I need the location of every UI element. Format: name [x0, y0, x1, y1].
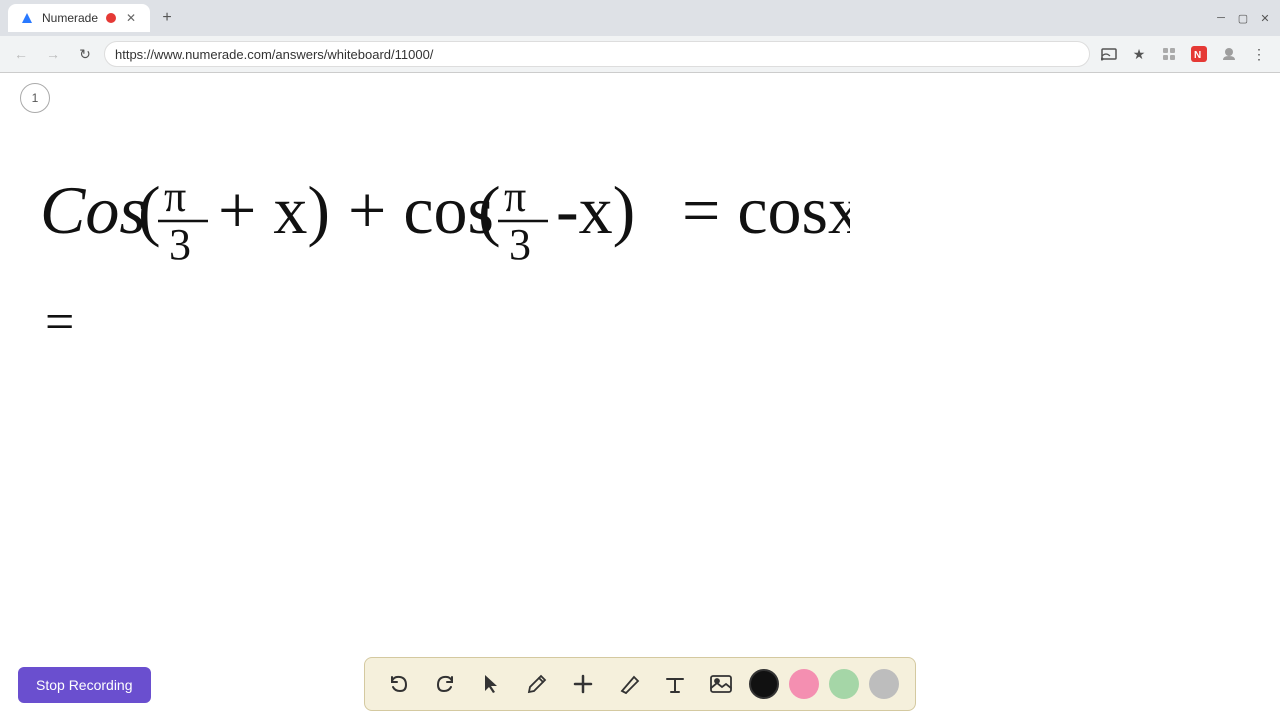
- color-gray[interactable]: [869, 669, 899, 699]
- stop-recording-button[interactable]: Stop Recording: [18, 667, 151, 703]
- numerade-icon[interactable]: N: [1186, 41, 1212, 67]
- forward-button[interactable]: →: [40, 41, 66, 67]
- address-bar[interactable]: https://www.numerade.com/answers/whitebo…: [104, 41, 1090, 67]
- bookmark-icon[interactable]: ★: [1126, 41, 1152, 67]
- svg-text:+ x): + x): [218, 172, 330, 248]
- tab-close-button[interactable]: ✕: [124, 11, 138, 25]
- color-pink[interactable]: [789, 669, 819, 699]
- title-bar: Numerade ✕ + ─ ▢ ✕: [0, 0, 1280, 36]
- svg-text:Cos: Cos: [40, 172, 146, 248]
- math-equation-svg: Cos ( π 3 + x) + cos ( π 3 -x) = cosx: [30, 123, 850, 363]
- tab-title: Numerade: [42, 11, 98, 25]
- minimize-button[interactable]: ─: [1214, 11, 1228, 25]
- undo-button[interactable]: [381, 666, 417, 702]
- image-button[interactable]: [703, 666, 739, 702]
- select-button[interactable]: [473, 666, 509, 702]
- refresh-button[interactable]: ↻: [72, 41, 98, 67]
- window-controls: ─ ▢ ✕: [1214, 11, 1272, 25]
- svg-text:= cosx: = cosx: [682, 172, 850, 248]
- svg-text:(: (: [478, 172, 501, 248]
- maximize-button[interactable]: ▢: [1236, 11, 1250, 25]
- svg-text:N: N: [1194, 50, 1201, 61]
- svg-text:π: π: [164, 172, 186, 221]
- svg-text:(: (: [138, 172, 161, 248]
- browser-chrome: Numerade ✕ + ─ ▢ ✕ ← → ↻ https://www.num…: [0, 0, 1280, 73]
- color-black[interactable]: [749, 669, 779, 699]
- browser-tab[interactable]: Numerade ✕: [8, 4, 150, 32]
- svg-text:+ cos: + cos: [348, 172, 494, 248]
- page-number: 1: [20, 83, 50, 113]
- svg-text:3: 3: [509, 220, 531, 269]
- tab-favicon: [20, 11, 34, 25]
- url-text: https://www.numerade.com/answers/whitebo…: [115, 47, 433, 62]
- add-button[interactable]: [565, 666, 601, 702]
- extension-icon[interactable]: [1156, 41, 1182, 67]
- new-tab-button[interactable]: +: [154, 5, 180, 31]
- whiteboard: 1 Cos ( π 3 + x) + cos ( π 3 -x) = cosx …: [0, 73, 1280, 721]
- tab-recording-dot: [106, 13, 116, 23]
- cast-icon[interactable]: [1096, 41, 1122, 67]
- close-button[interactable]: ✕: [1258, 11, 1272, 25]
- svg-text:3: 3: [169, 220, 191, 269]
- stop-recording-label: Stop Recording: [36, 677, 133, 693]
- color-green[interactable]: [829, 669, 859, 699]
- menu-icon[interactable]: ⋮: [1246, 41, 1272, 67]
- nav-actions: ★ N ⋮: [1096, 41, 1272, 67]
- math-line2: =: [45, 293, 74, 352]
- eraser-button[interactable]: [611, 666, 647, 702]
- nav-bar: ← → ↻ https://www.numerade.com/answers/w…: [0, 36, 1280, 72]
- redo-button[interactable]: [427, 666, 463, 702]
- toolbar: [364, 657, 916, 711]
- svg-text:π: π: [504, 172, 526, 221]
- back-button[interactable]: ←: [8, 41, 34, 67]
- text-button[interactable]: [657, 666, 693, 702]
- pen-button[interactable]: [519, 666, 555, 702]
- svg-text:-x): -x): [556, 172, 635, 248]
- profile-icon[interactable]: [1216, 41, 1242, 67]
